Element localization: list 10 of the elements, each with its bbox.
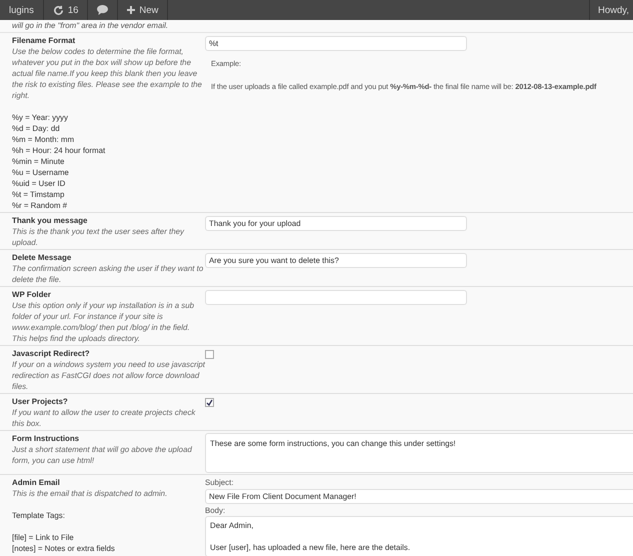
new-button[interactable]: New bbox=[118, 0, 168, 20]
checkbox[interactable] bbox=[205, 350, 214, 359]
updates-button[interactable]: 16 bbox=[44, 0, 88, 20]
speech-bubble-icon bbox=[97, 5, 108, 15]
account-greeting[interactable]: Howdy, bbox=[589, 0, 633, 20]
toolbar-item[interactable]: lugins bbox=[0, 0, 44, 20]
refresh-icon bbox=[52, 4, 64, 16]
text-field[interactable] bbox=[205, 290, 467, 305]
checkbox[interactable] bbox=[205, 398, 214, 407]
plus-icon bbox=[127, 6, 136, 14]
